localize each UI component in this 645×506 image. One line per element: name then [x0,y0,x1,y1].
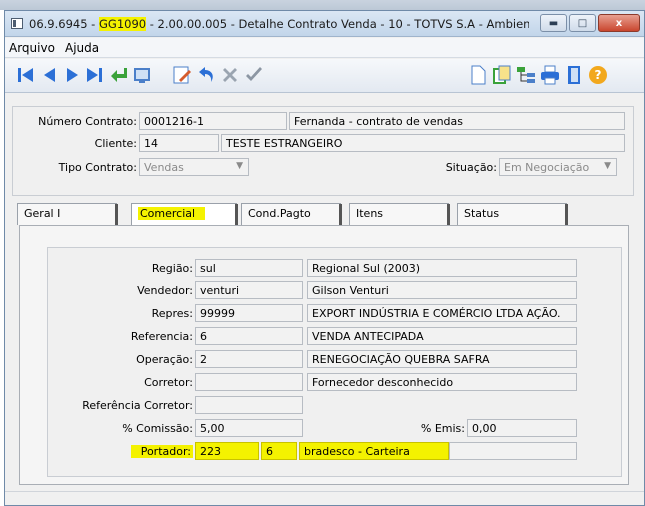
menu-arquivo[interactable]: Arquivo [9,41,55,55]
tab-divider [565,204,568,226]
situacao-select[interactable]: Em Negociação ▼ [499,158,617,176]
operacao-label: Operação: [136,353,193,366]
title-bar[interactable]: 06.9.6945 - GG1090 - 2.00.00.005 - Detal… [5,11,644,37]
new-document-icon[interactable] [467,64,489,86]
repres-field[interactable]: 99999 [195,304,303,322]
contract-detail-window: 06.9.6945 - GG1090 - 2.00.00.005 - Detal… [4,10,645,506]
referencia-field[interactable]: 6 [195,327,303,345]
repres-description: EXPORT INDÚSTRIA E COMÉRCIO LTDA AÇÃO. [307,304,577,322]
tab-divider [339,204,342,226]
go-to-icon[interactable] [107,64,129,86]
tab-comercial-label: Comercial [138,207,206,220]
vendedor-label: Vendedor: [137,284,193,297]
tree-icon[interactable] [515,64,537,86]
emis-label: % Emis: [420,422,465,435]
referencia-description: VENDA ANTECIPADA [307,327,577,345]
cliente-field[interactable]: 14 [139,134,219,152]
background-strip [0,0,645,10]
numero-contrato-label: Número Contrato: [38,115,137,128]
cliente-label: Cliente: [94,137,137,150]
menu-bar: Arquivo Ajuda [5,38,644,58]
regiao-description: Regional Sul (2003) [307,259,577,277]
tipo-contrato-label: Tipo Contrato: [58,161,137,174]
menu-ajuda[interactable]: Ajuda [65,41,99,55]
tab-divider [115,204,118,226]
repres-label: Repres: [151,307,193,320]
tab-status[interactable]: Status [457,203,568,226]
tipo-contrato-select[interactable]: Vendas ▼ [139,158,249,176]
numero-contrato-field[interactable]: 0001216-1 [139,112,287,130]
window-title-prefix: 06.9.6945 - [29,17,99,31]
portador-label: Portador: [131,445,193,458]
confirm-icon[interactable] [243,64,265,86]
exit-icon[interactable] [563,64,585,86]
tab-cond-pagto[interactable]: Cond.Pagto [241,203,342,226]
tipo-contrato-value: Vendas [144,161,184,174]
window-controls: ▬ □ x [538,14,640,32]
comissao-label: % Comissão: [122,422,193,435]
next-record-icon[interactable] [61,64,83,86]
portador-description-rest [449,442,577,460]
tab-status-label: Status [464,207,500,220]
numero-contrato-description: Fernanda - contrato de vendas [289,112,625,130]
tab-itens[interactable]: Itens [349,203,450,226]
operacao-field[interactable]: 2 [195,350,303,368]
tab-itens-label: Itens [356,207,384,220]
tab-comercial[interactable]: Comercial [131,203,238,226]
first-record-icon[interactable] [15,64,37,86]
print-icon[interactable] [539,64,561,86]
svg-text:?: ? [595,68,602,82]
corretor-field[interactable] [195,373,303,391]
last-record-icon[interactable] [83,64,105,86]
copy-icon[interactable] [491,64,513,86]
portador-modalidade-field[interactable]: 6 [261,442,297,460]
operacao-description: RENEGOCIAÇÃO QUEBRA SAFRA [307,350,577,368]
referencia-corretor-label: Referência Corretor: [82,399,193,412]
corretor-description: Fornecedor desconhecido [307,373,577,391]
tab-divider [447,204,450,226]
situacao-label: Situação: [445,161,497,174]
close-button[interactable]: x [598,14,640,32]
tab-cond-pagto-label: Cond.Pagto [248,207,311,220]
help-icon[interactable]: ? [587,64,609,86]
chevron-down-icon: ▼ [604,161,611,171]
window-title-program-code: GG1090 [99,17,147,31]
status-bar [5,491,644,505]
edit-icon[interactable] [171,64,193,86]
situacao-value: Em Negociação [504,161,590,174]
tab-divider [235,204,238,226]
vendedor-description: Gilson Venturi [307,281,577,299]
app-window-icon [11,18,23,29]
regiao-field[interactable]: sul [195,259,303,277]
portador-description: bradesco - Carteira [299,442,449,460]
minimize-button[interactable]: ▬ [540,14,567,32]
tab-geral-i-label: Geral I [24,207,61,220]
toolbar: ? [5,59,644,93]
previous-record-icon[interactable] [39,64,61,86]
delete-icon[interactable] [219,64,241,86]
cliente-description: TESTE ESTRANGEIRO [221,134,625,152]
window-title: 06.9.6945 - GG1090 - 2.00.00.005 - Detal… [29,17,529,31]
regiao-label: Região: [151,262,193,275]
search-icon[interactable] [131,64,153,86]
window-title-suffix: - 2.00.00.005 - Detalhe Contrato Venda -… [149,17,529,31]
portador-field[interactable]: 223 [195,442,259,460]
emis-field[interactable]: 0,00 [467,419,577,437]
chevron-down-icon: ▼ [236,161,243,171]
vendedor-field[interactable]: venturi [195,281,303,299]
tab-geral-i[interactable]: Geral I [17,203,118,226]
referencia-label: Referencia: [130,330,193,343]
referencia-corretor-field[interactable] [195,396,303,414]
maximize-button[interactable]: □ [569,14,596,32]
corretor-label: Corretor: [144,376,193,389]
comissao-field[interactable]: 5,00 [195,419,303,437]
undo-icon[interactable] [195,64,217,86]
